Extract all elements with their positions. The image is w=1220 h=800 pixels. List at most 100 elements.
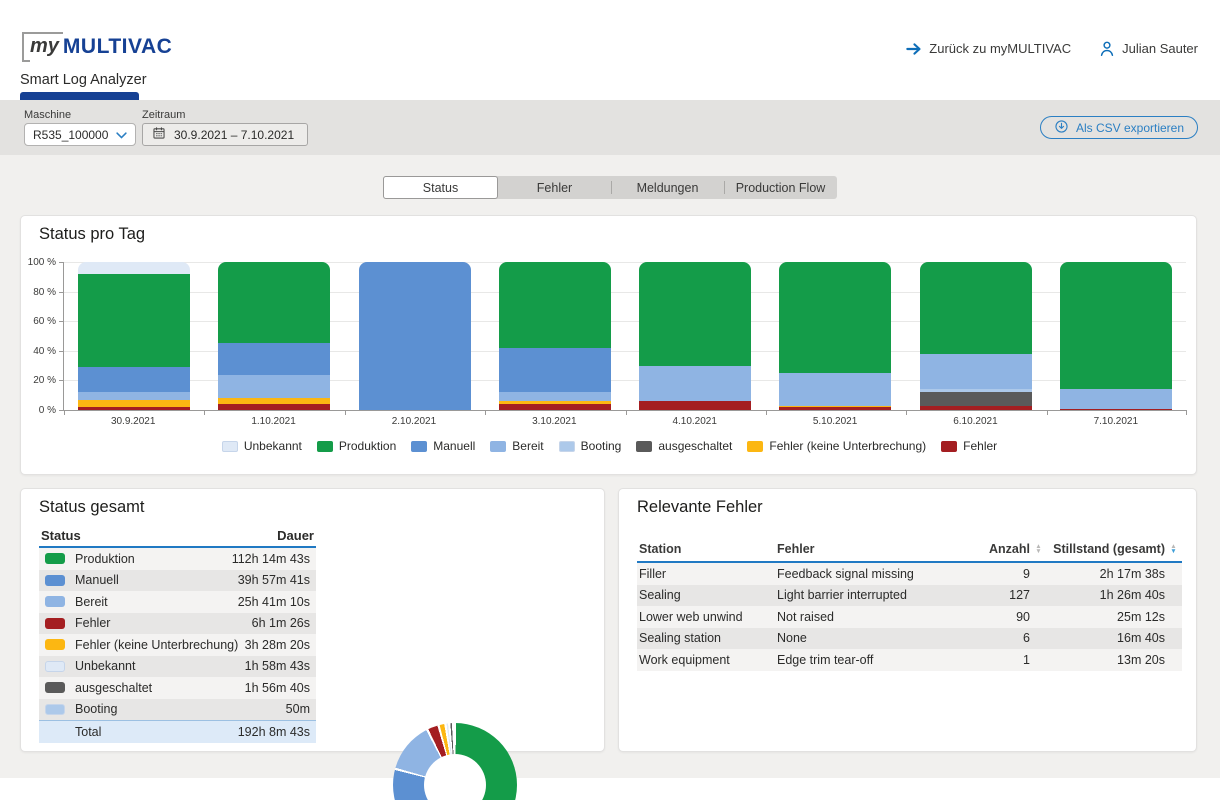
error-station: Work equipment (637, 653, 777, 667)
tab-smart-log-analyzer[interactable]: Smart Log Analyzer (20, 72, 147, 88)
x-axis-label: 30.9.2021 (63, 416, 203, 427)
stacked-bar-4.10.2021 (639, 262, 751, 410)
bar-slot (345, 263, 485, 410)
status-pro-tag-card: Status pro Tag 0 %20 %40 %60 %80 %100 % … (20, 215, 1197, 475)
status-swatch (45, 639, 65, 650)
status-duration: 39h 57m 41s (238, 573, 310, 587)
total-label: Total (45, 725, 238, 739)
bar-segment-bereit (78, 392, 190, 399)
app-header: my MULTIVAC Zurück zu myMULTIVAC Julian … (0, 0, 1220, 100)
legend-item-booting[interactable]: Booting (559, 439, 622, 453)
status-label: Fehler (keine Unterbrechung) (75, 638, 245, 652)
legend-swatch (411, 441, 427, 452)
x-axis-tick (766, 410, 767, 415)
error-count: 6 (967, 631, 1030, 645)
y-axis-label: 100 % (22, 257, 56, 268)
error-row-filler: FillerFeedback signal missing92h 17m 38s (637, 563, 1182, 585)
x-axis-tick (345, 410, 346, 415)
bar-segment-fehler (639, 401, 751, 410)
legend-item-fehler[interactable]: Fehler (941, 439, 997, 453)
error-row-work-equipment: Work equipmentEdge trim tear-off113m 20s (637, 649, 1182, 671)
legend-swatch (490, 441, 506, 452)
error-count: 90 (967, 610, 1030, 624)
calendar-icon (152, 126, 166, 143)
legend-label: Booting (581, 439, 622, 453)
machine-select[interactable]: R535_100000 (24, 123, 136, 146)
status-row-unbekannt: Unbekannt1h 58m 43s (39, 656, 316, 678)
errors-col-header-anzahl[interactable]: Anzahl (967, 542, 1030, 556)
legend-swatch (317, 441, 333, 452)
filter-bar: Maschine R535_100000 Zeitraum 30.9.2021 … (0, 100, 1220, 155)
error-description: Edge trim tear-off (777, 653, 967, 667)
legend-label: Unbekannt (244, 439, 302, 453)
view-tab-production-flow[interactable]: Production Flow (724, 176, 837, 199)
bar-slot (1046, 263, 1186, 410)
error-count: 127 (967, 588, 1030, 602)
legend-item-bereit[interactable]: Bereit (490, 439, 543, 453)
sort-icon-anzahl[interactable]: ▲▼ (1035, 544, 1041, 554)
legend-label: Manuell (433, 439, 475, 453)
x-axis-label: 7.10.2021 (1046, 416, 1186, 427)
errors-table-body: FillerFeedback signal missing92h 17m 38s… (637, 563, 1182, 671)
errors-col-header-stillstand-gesamt-[interactable]: Stillstand (gesamt) (1047, 542, 1165, 556)
view-tab-fehler[interactable]: Fehler (498, 176, 611, 199)
legend-item-produktion[interactable]: Produktion (317, 439, 396, 453)
x-axis-label: 5.10.2021 (765, 416, 905, 427)
status-duration: 25h 41m 10s (238, 595, 310, 609)
export-csv-button[interactable]: Als CSV exportieren (1040, 116, 1198, 139)
bar-slot (625, 263, 765, 410)
back-to-mymultivac-link[interactable]: Zurück zu myMULTIVAC (906, 41, 1071, 56)
bar-segment-bereit (920, 354, 1032, 390)
bar-slot (204, 263, 344, 410)
sort-icon-slot: ▲▼ (1030, 544, 1047, 554)
status-label: Manuell (75, 573, 238, 587)
user-menu[interactable]: Julian Sauter (1099, 40, 1198, 57)
relevante-fehler-card: Relevante Fehler StationFehlerAnzahl▲▼St… (618, 488, 1197, 752)
legend-item-fehler-keine-unterbrechung-[interactable]: Fehler (keine Unterbrechung) (747, 439, 926, 453)
y-axis-label: 40 % (22, 346, 56, 357)
status-label: Unbekannt (75, 659, 245, 673)
legend-label: ausgeschaltet (658, 439, 732, 453)
bar-segment-manuell (499, 348, 611, 392)
bar-segment-ausgeschaltet (920, 392, 1032, 405)
bar-segment-bereit (218, 375, 330, 399)
donut-hole (424, 754, 486, 800)
sort-icon-stillstand-gesamt-[interactable]: ▲▼ (1170, 544, 1176, 554)
view-tab-status[interactable]: Status (383, 176, 498, 199)
bar-segment-manuell (218, 343, 330, 374)
bar-segment-bereit (1060, 389, 1172, 408)
bar-chart-x-labels: 30.9.20211.10.20212.10.20213.10.20214.10… (63, 416, 1186, 427)
bar-segment-produktion (78, 274, 190, 367)
bar-slot (906, 263, 1046, 410)
bar-segment-unbekannt (78, 262, 190, 274)
status-row-fehler: Fehler6h 1m 26s (39, 613, 316, 635)
errors-table-header: StationFehlerAnzahl▲▼Stillstand (gesamt)… (637, 537, 1182, 563)
x-axis-tick (1186, 410, 1187, 415)
bar-segment-bereit (499, 392, 611, 401)
status-row-booting: Booting50m (39, 699, 316, 721)
legend-item-unbekannt[interactable]: Unbekannt (222, 439, 302, 453)
x-axis-tick (485, 410, 486, 415)
legend-swatch (747, 441, 763, 452)
stacked-bar-6.10.2021 (920, 262, 1032, 410)
error-downtime: 16m 40s (1047, 631, 1165, 645)
legend-item-manuell[interactable]: Manuell (411, 439, 475, 453)
period-datepicker[interactable]: 30.9.2021 – 7.10.2021 (142, 123, 308, 146)
status-duration: 50m (286, 702, 310, 716)
status-row-fehler-keine-unterbrechung-: Fehler (keine Unterbrechung)3h 28m 20s (39, 634, 316, 656)
legend-item-ausgeschaltet[interactable]: ausgeschaltet (636, 439, 732, 453)
app-root: my MULTIVAC Zurück zu myMULTIVAC Julian … (0, 0, 1220, 800)
view-tab-meldungen[interactable]: Meldungen (611, 176, 724, 199)
period-value: 30.9.2021 – 7.10.2021 (174, 128, 294, 142)
bar-chart-legend: Unbekannt Produktion Manuell Bereit Booting a… (21, 439, 1198, 453)
status-label: Produktion (75, 552, 232, 566)
legend-swatch (559, 441, 575, 452)
bar-segment-produktion (779, 262, 891, 373)
status-label: ausgeschaltet (75, 681, 245, 695)
bar-segment-produktion (218, 262, 330, 343)
status-col-header: Status (41, 528, 81, 543)
status-swatch (45, 618, 65, 629)
bar-segment-manuell (78, 367, 190, 392)
bar-segment-bereit (779, 373, 891, 406)
error-downtime: 2h 17m 38s (1047, 567, 1165, 581)
